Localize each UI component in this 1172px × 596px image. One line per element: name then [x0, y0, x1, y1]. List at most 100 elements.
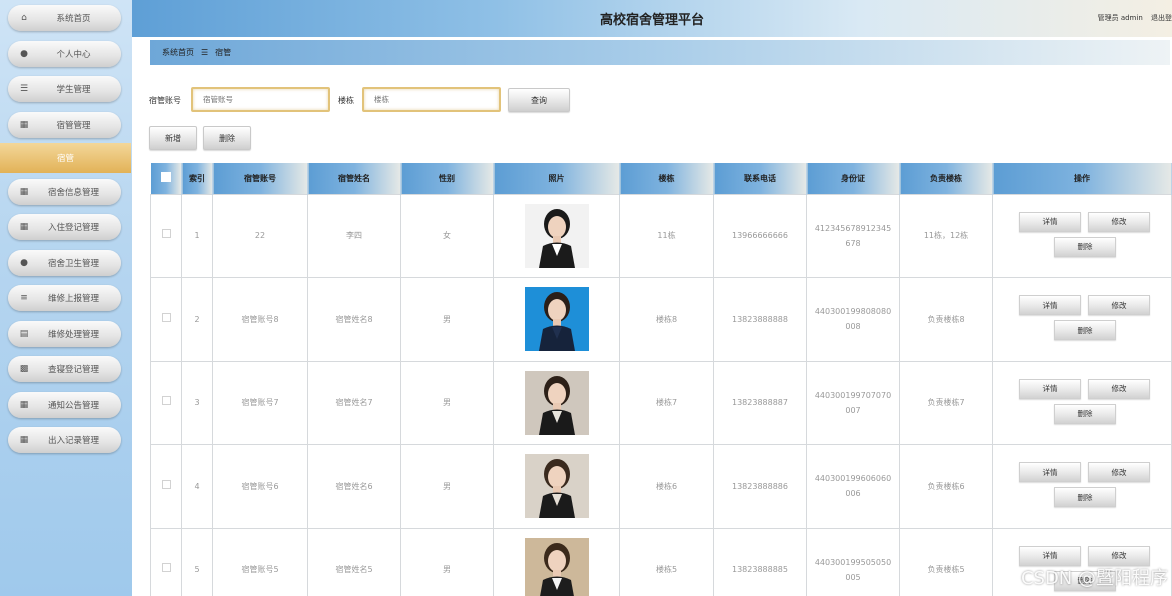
menu-icon: ☰ — [201, 48, 209, 57]
sidebar-item-room-check[interactable]: ▩ 查寝登记管理 — [8, 356, 121, 382]
user-info: 管理员 admin 退出登 — [1092, 13, 1172, 23]
cell-account: 宿管账号7 — [212, 360, 308, 445]
row-select-cell[interactable] — [150, 277, 182, 362]
cell-phone: 13823888887 — [713, 360, 807, 445]
account-search-input[interactable] — [191, 87, 330, 112]
table-row: 1 22 李四 女 11栋 13966666666 41234567891234… — [150, 193, 1172, 278]
delete-button[interactable]: 删除 — [1054, 320, 1116, 341]
id-card-line: 007 — [845, 405, 861, 415]
cell-id-card: 440300199505050 005 — [806, 527, 900, 596]
grid-icon: ▦ — [19, 435, 29, 445]
id-card-line: 006 — [845, 489, 861, 499]
grid-icon: ▦ — [19, 400, 29, 410]
cell-id-card: 440300199808080 008 — [806, 277, 900, 362]
edit-button[interactable]: 修改 — [1088, 295, 1150, 316]
sidebar-item-label: 宿舍信息管理 — [47, 188, 99, 198]
cell-name: 宿管姓名8 — [307, 277, 401, 362]
edit-button[interactable]: 修改 — [1088, 378, 1150, 399]
sidebar-item-managers[interactable]: ▦ 宿管管理 — [8, 112, 121, 138]
row-select-cell[interactable] — [150, 444, 182, 529]
sidebar-item-repair-handle[interactable]: ▤ 维修处理管理 — [8, 321, 121, 347]
sidebar-item-dorm-info[interactable]: ▦ 宿舍信息管理 — [8, 179, 121, 205]
cell-managed-building: 负责楼栋8 — [899, 277, 993, 362]
sidebar-item-label: 维修处理管理 — [47, 330, 99, 340]
edit-button[interactable]: 修改 — [1088, 545, 1150, 566]
delete-button[interactable]: 删除 — [1054, 487, 1116, 508]
portrait-photo-5[interactable] — [524, 537, 589, 596]
breadcrumb-home[interactable]: 系统首页 — [162, 47, 194, 58]
detail-button[interactable]: 详情 — [1019, 295, 1081, 316]
edit-button[interactable]: 修改 — [1088, 211, 1150, 232]
row-checkbox[interactable] — [161, 563, 171, 573]
cell-actions: 详情 修改 删除 — [992, 193, 1172, 278]
id-card-line: 678 — [845, 238, 861, 248]
cell-photo — [493, 444, 620, 529]
sidebar-item-label: 宿舍卫生管理 — [47, 259, 99, 269]
detail-button[interactable]: 详情 — [1019, 378, 1081, 399]
admin-label: 管理员 admin — [1097, 14, 1143, 22]
sidebar-item-notice[interactable]: ▦ 通知公告管理 — [8, 392, 121, 418]
sidebar-item-access-log[interactable]: ▦ 出入记录管理 — [8, 427, 121, 453]
sidebar-item-hygiene[interactable]: ● 宿舍卫生管理 — [8, 250, 121, 276]
table-row: 2 宿管账号8 宿管姓名8 男 楼栋8 13823888888 44030019… — [150, 277, 1172, 362]
row-checkbox[interactable] — [161, 229, 171, 239]
cell-index: 1 — [181, 193, 213, 278]
sidebar-item-label: 个人中心 — [56, 50, 91, 60]
row-checkbox[interactable] — [161, 479, 171, 489]
cell-gender: 女 — [400, 193, 494, 278]
row-select-cell[interactable] — [150, 193, 182, 278]
sidebar-item-label: 学生管理 — [56, 85, 91, 95]
portrait-photo-1[interactable] — [524, 203, 589, 268]
cell-managed-building: 负责楼栋5 — [899, 527, 993, 596]
cell-name: 宿管姓名6 — [307, 444, 401, 529]
cell-account: 宿管账号6 — [212, 444, 308, 529]
sidebar-item-profile[interactable]: ● 个人中心 — [8, 41, 121, 67]
cell-actions: 详情 修改 删除 — [992, 444, 1172, 529]
sidebar-item-checkin[interactable]: ▦ 入住登记管理 — [8, 214, 121, 240]
cell-phone: 13823888885 — [713, 527, 807, 596]
sidebar-item-students[interactable]: ☰ 学生管理 — [8, 76, 121, 102]
logout-link[interactable]: 退出登 — [1151, 14, 1172, 22]
bulk-delete-button[interactable]: 删除 — [203, 126, 251, 150]
breadcrumb: 系统首页 ☰ 宿管 — [150, 40, 1170, 65]
account-label: 宿管账号 — [149, 96, 181, 105]
cell-id-card: 440300199606060 006 — [806, 444, 900, 529]
row-select-cell[interactable] — [150, 527, 182, 596]
id-card-line: 005 — [845, 572, 861, 582]
row-select-cell[interactable] — [150, 360, 182, 445]
grid-icon: ▦ — [19, 222, 29, 232]
breadcrumb-current: 宿管 — [215, 48, 232, 57]
cell-managed-building: 11栋，12栋 — [899, 193, 993, 278]
col-phone: 联系电话 — [713, 163, 807, 194]
cell-managed-building: 负责楼栋6 — [899, 444, 993, 529]
query-button[interactable]: 查询 — [508, 88, 570, 112]
detail-button[interactable]: 详情 — [1019, 211, 1081, 232]
select-all-cell[interactable] — [150, 163, 182, 194]
detail-button[interactable]: 详情 — [1019, 462, 1081, 483]
add-button[interactable]: 新增 — [149, 126, 197, 150]
building-search-input[interactable] — [362, 87, 501, 112]
sidebar-item-repair-report[interactable]: ≡ 维修上报管理 — [8, 285, 121, 311]
delete-button[interactable]: 删除 — [1054, 236, 1116, 257]
sidebar-item-label: 出入记录管理 — [47, 436, 99, 446]
portrait-photo-3[interactable] — [524, 370, 589, 435]
cell-phone: 13823888888 — [713, 277, 807, 362]
id-card-line: 440300199505050 — [814, 557, 892, 567]
row-checkbox[interactable] — [161, 396, 171, 406]
sidebar-item-label: 系统首页 — [56, 14, 91, 24]
edit-button[interactable]: 修改 — [1088, 462, 1150, 483]
stack-icon: ≡ — [20, 293, 28, 303]
detail-button[interactable]: 详情 — [1019, 545, 1081, 566]
select-all-checkbox[interactable] — [160, 172, 171, 183]
cell-phone: 13966666666 — [713, 193, 807, 278]
cell-actions: 详情 修改 删除 — [992, 277, 1172, 362]
delete-button[interactable]: 删除 — [1054, 403, 1116, 424]
col-gender: 性别 — [400, 163, 494, 194]
cell-building: 11栋 — [619, 193, 714, 278]
portrait-photo-4[interactable] — [524, 454, 589, 519]
table-row: 5 宿管账号5 宿管姓名5 男 楼栋5 13823888885 44030019… — [150, 527, 1172, 596]
sidebar-item-home[interactable]: ⌂ 系统首页 — [8, 5, 121, 31]
sidebar-item-active[interactable]: 宿管 — [0, 143, 131, 173]
row-checkbox[interactable] — [161, 312, 171, 322]
portrait-photo-2[interactable] — [524, 287, 589, 352]
